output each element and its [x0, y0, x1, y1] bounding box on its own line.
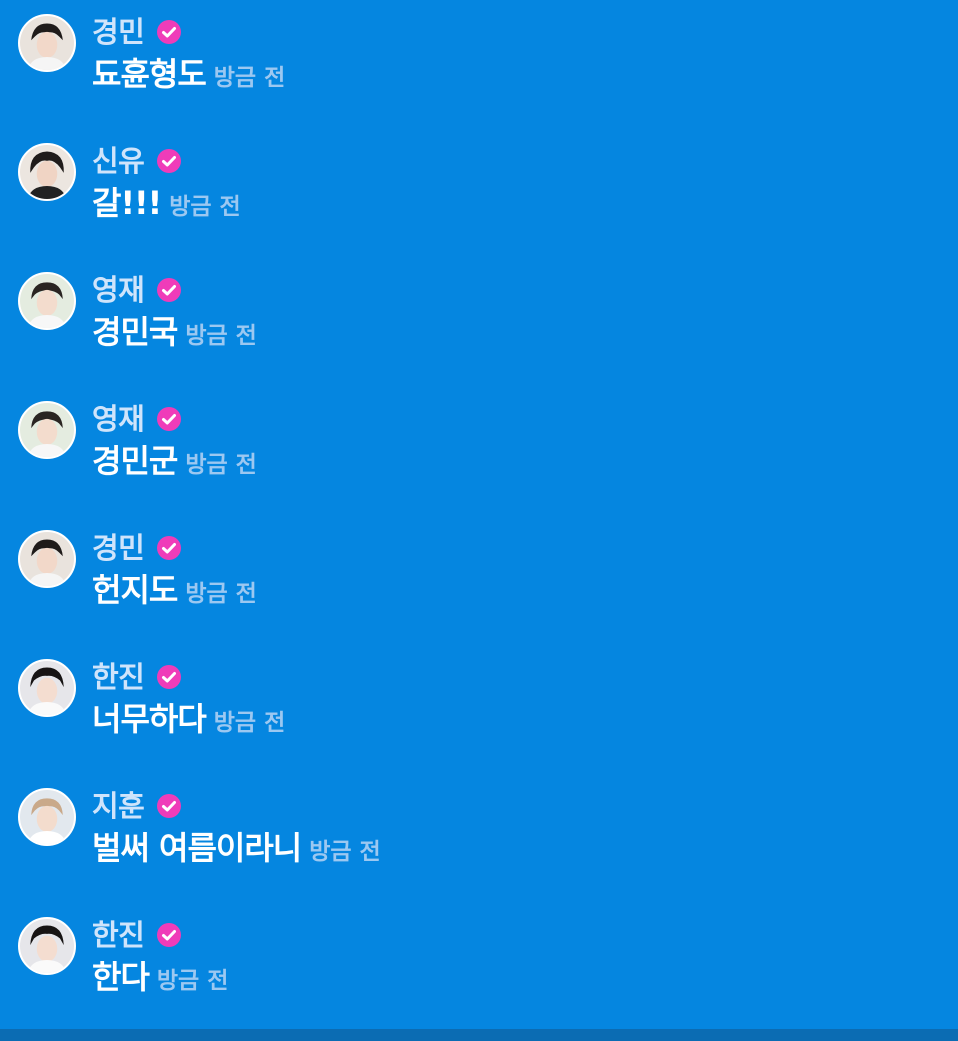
- message-row: 경민국 방금 전: [92, 316, 257, 360]
- author-row: 한진: [92, 655, 182, 699]
- message-row: 한다 방금 전: [92, 961, 228, 1005]
- message-timestamp: 방금 전: [169, 194, 241, 220]
- message-row: 경민군 방금 전: [92, 445, 257, 489]
- message-row: 갈!!! 방금 전: [92, 187, 241, 231]
- verified-badge-icon: [157, 665, 182, 689]
- message-text: 갈!!!: [92, 184, 162, 222]
- chat-message-item: 영재 경민국 방금 전: [0, 258, 958, 368]
- verified-badge-icon: [157, 149, 182, 173]
- username[interactable]: 경민: [92, 533, 145, 563]
- message-text: 경민국: [92, 313, 178, 351]
- user-avatar-icon[interactable]: [18, 272, 76, 330]
- user-avatar-icon[interactable]: [18, 530, 76, 588]
- author-row: 경민: [92, 526, 182, 570]
- username[interactable]: 영재: [92, 404, 145, 434]
- author-row: 지훈: [92, 784, 182, 828]
- message-timestamp: 방금 전: [185, 581, 257, 607]
- message-timestamp: 방금 전: [156, 968, 229, 994]
- message-text: 벌써 여름이라니: [92, 829, 302, 867]
- username[interactable]: 영재: [92, 275, 145, 305]
- message-row: 벌써 여름이라니 방금 전: [92, 832, 381, 876]
- user-avatar-icon[interactable]: [18, 917, 76, 975]
- username[interactable]: 한진: [92, 920, 145, 950]
- message-row: 헌지도 방금 전: [92, 574, 257, 618]
- verified-badge-icon: [157, 536, 182, 560]
- message-text: 한다: [92, 958, 150, 996]
- author-row: 영재: [92, 397, 182, 441]
- user-avatar-icon[interactable]: [18, 659, 76, 717]
- chat-message-item: 영재 경민군 방금 전: [0, 387, 958, 497]
- message-timestamp: 방금 전: [185, 452, 257, 478]
- message-text: 됴휸형도: [92, 55, 207, 93]
- verified-badge-icon: [157, 20, 182, 44]
- chat-message-item: 경민 헌지도 방금 전: [0, 516, 958, 626]
- user-avatar-icon[interactable]: [18, 788, 76, 846]
- user-avatar-icon[interactable]: [18, 14, 76, 72]
- bottom-bar: [0, 1029, 958, 1041]
- verified-badge-icon: [157, 278, 182, 302]
- user-avatar-icon[interactable]: [18, 401, 76, 459]
- message-text: 경민군: [92, 442, 178, 480]
- author-row: 신유: [92, 139, 182, 183]
- chat-message-item: 한진 한다 방금 전: [0, 903, 958, 1013]
- message-row: 너무하다 방금 전: [92, 703, 285, 747]
- verified-badge-icon: [157, 407, 182, 431]
- author-row: 한진: [92, 913, 182, 957]
- verified-badge-icon: [157, 923, 182, 947]
- message-timestamp: 방금 전: [309, 839, 381, 865]
- message-text: 헌지도: [92, 571, 178, 609]
- username[interactable]: 신유: [92, 146, 145, 176]
- username[interactable]: 지훈: [92, 791, 145, 821]
- message-text: 너무하다: [92, 700, 207, 738]
- user-avatar-icon[interactable]: [18, 143, 76, 201]
- verified-badge-icon: [157, 794, 182, 818]
- chat-message-item: 한진 너무하다 방금 전: [0, 645, 958, 755]
- username[interactable]: 경민: [92, 17, 145, 47]
- message-row: 됴휸형도 방금 전: [92, 58, 285, 102]
- message-timestamp: 방금 전: [213, 710, 286, 736]
- author-row: 영재: [92, 268, 182, 312]
- message-timestamp: 방금 전: [213, 65, 286, 91]
- username[interactable]: 한진: [92, 662, 145, 692]
- chat-message-item: 지훈 벌써 여름이라니 방금 전: [0, 774, 958, 884]
- author-row: 경민: [92, 10, 182, 54]
- message-timestamp: 방금 전: [185, 323, 257, 349]
- chat-message-item: 신유 갈!!! 방금 전: [0, 129, 958, 239]
- chat-message-item: 경민 됴휸형도 방금 전: [0, 0, 958, 110]
